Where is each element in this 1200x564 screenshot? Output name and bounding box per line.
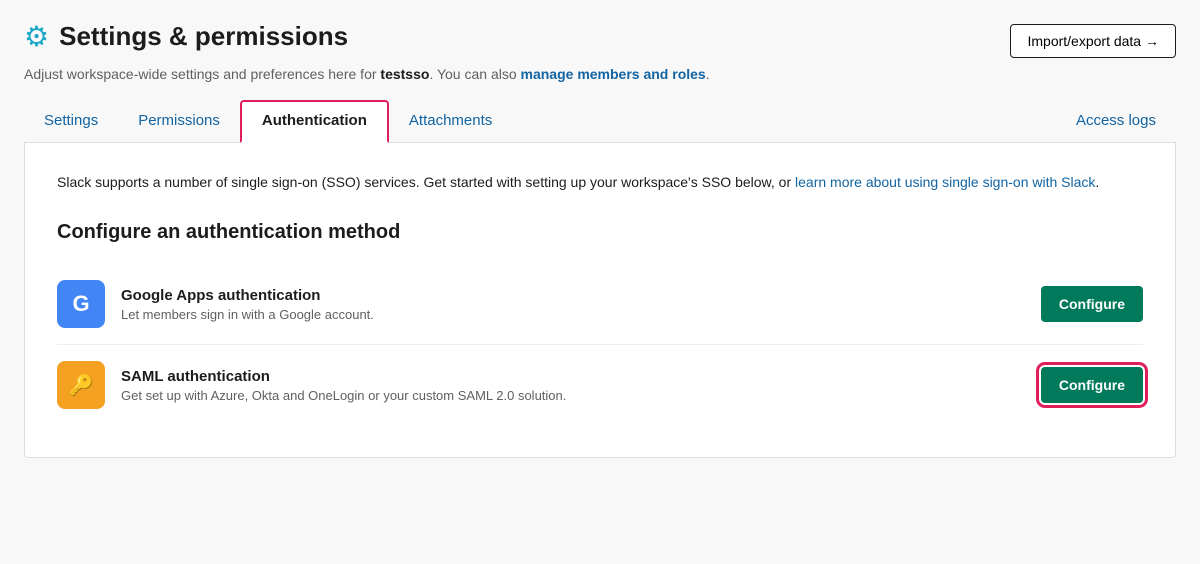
saml-icon: 🔑 [57,361,105,409]
google-auth-name: Google Apps authentication [121,287,1025,304]
import-export-button[interactable]: Import/export data → [1010,24,1176,58]
page-wrapper: ⚙ Settings & permissions Import/export d… [0,0,1200,564]
tab-authentication[interactable]: Authentication [240,100,389,143]
tab-spacer [512,100,1056,142]
google-auth-info: Google Apps authentication Let members s… [121,287,1025,322]
google-configure-button[interactable]: Configure [1041,286,1143,322]
saml-configure-button[interactable]: Configure [1041,367,1143,403]
page-title: Settings & permissions [59,21,348,52]
header-row: ⚙ Settings & permissions Import/export d… [24,20,1176,58]
content-box: Slack supports a number of single sign-o… [24,143,1176,458]
subtitle: Adjust workspace-wide settings and prefe… [24,66,1176,82]
tabs-row: Settings Permissions Authentication Atta… [24,100,1176,143]
saml-auth-info: SAML authentication Get set up with Azur… [121,368,1025,403]
title-area: ⚙ Settings & permissions [24,20,348,53]
google-icon: G [57,280,105,328]
google-auth-desc: Let members sign in with a Google accoun… [121,307,1025,322]
intro-post: . [1095,174,1099,190]
auth-item-saml: 🔑 SAML authentication Get set up with Az… [57,344,1143,425]
subtitle-post: . [706,66,710,82]
intro-pre: Slack supports a number of single sign-o… [57,174,795,190]
subtitle-pre: Adjust workspace-wide settings and prefe… [24,66,380,82]
saml-auth-desc: Get set up with Azure, Okta and OneLogin… [121,388,1025,403]
workspace-name: testsso [380,66,429,82]
subtitle-mid: . You can also [429,66,520,82]
sso-learn-more-link[interactable]: learn more about using single sign-on wi… [795,174,1095,190]
auth-item-google: G Google Apps authentication Let members… [57,264,1143,344]
section-title: Configure an authentication method [57,221,1143,244]
tab-access-logs[interactable]: Access logs [1056,100,1176,142]
manage-members-link[interactable]: manage members and roles [521,66,706,82]
tab-settings[interactable]: Settings [24,100,118,142]
tab-attachments[interactable]: Attachments [389,100,512,142]
tab-permissions[interactable]: Permissions [118,100,240,142]
gear-icon: ⚙ [24,20,49,53]
saml-auth-name: SAML authentication [121,368,1025,385]
intro-text: Slack supports a number of single sign-o… [57,171,1143,193]
